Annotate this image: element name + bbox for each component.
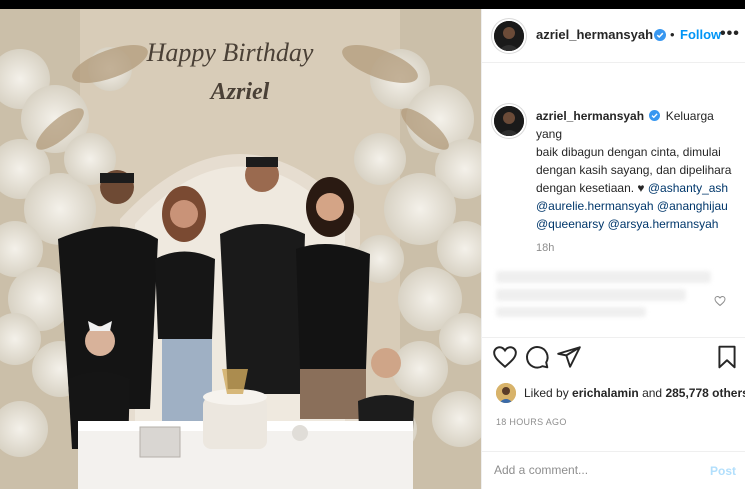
caption-text-2: baik dibagun dengan cinta, dimulai — [536, 145, 721, 159]
comment-icon[interactable] — [524, 344, 550, 370]
blurred-comment — [496, 307, 646, 317]
likes-middle: and — [638, 386, 666, 400]
mention-link[interactable]: @arsya.hermansyah — [608, 217, 719, 231]
caption-avatar[interactable] — [494, 106, 524, 136]
post-comment-button[interactable]: Post — [710, 464, 736, 478]
mention-link[interactable]: @aurelie.hermansyah — [536, 199, 654, 213]
paper-plane-icon[interactable] — [556, 344, 582, 370]
mention-link[interactable]: @ashanty_ash — [648, 181, 728, 195]
caption-avatar-image — [494, 106, 524, 136]
comment-box: Post — [482, 451, 745, 489]
verified-badge-icon — [654, 29, 666, 41]
post-sidebar: azriel_hermansyah • Follow ••• azriel_he… — [481, 9, 745, 489]
mention-link[interactable]: @ananghijau — [657, 199, 728, 213]
action-bar — [482, 337, 745, 377]
bookmark-icon[interactable] — [714, 344, 740, 370]
comment-like-heart-icon[interactable] — [714, 295, 726, 307]
likes-count[interactable]: 285,778 others — [665, 386, 745, 400]
heart-icon[interactable] — [492, 344, 518, 370]
caption-text-4: dengan kesetiaan. ♥ — [536, 181, 648, 195]
post-timestamp[interactable]: 18 HOURS AGO — [496, 417, 567, 427]
banner-line1: Happy Birthday — [146, 38, 314, 67]
blurred-comment — [496, 271, 711, 283]
avatar[interactable] — [494, 21, 524, 51]
mention-link[interactable]: @queenarsy — [536, 217, 604, 231]
caption-text-3: dengan kasih sayang, dan dipelihara — [536, 163, 732, 177]
caption: azriel_hermansyah Keluarga yang baik dib… — [536, 107, 736, 233]
banner-line2: Azriel — [209, 79, 270, 105]
likes-row: Liked by erichalamin and 285,778 others — [496, 383, 745, 405]
caption-verified-icon — [649, 110, 661, 121]
comment-input[interactable] — [494, 463, 694, 477]
post-photo[interactable]: Happy Birthday Azriel — [0, 9, 481, 489]
likes-prefix: Liked by — [524, 386, 573, 400]
header-separator: • — [670, 27, 675, 42]
follow-button[interactable]: Follow — [680, 27, 721, 42]
top-black-bar — [0, 0, 745, 9]
more-options-button[interactable]: ••• — [720, 25, 740, 43]
avatar-image — [494, 21, 524, 51]
liker-avatar-image — [496, 383, 516, 403]
liker-avatar[interactable] — [496, 383, 516, 403]
caption-time: 18h — [536, 242, 555, 254]
blurred-comment — [496, 289, 686, 301]
post-header: azriel_hermansyah • Follow ••• — [482, 9, 745, 63]
likes-text: Liked by erichalamin and 285,778 others — [524, 386, 745, 400]
caption-username[interactable]: azriel_hermansyah — [536, 109, 644, 123]
liker-username[interactable]: erichalamin — [572, 386, 639, 400]
header-username[interactable]: azriel_hermansyah — [536, 27, 653, 42]
